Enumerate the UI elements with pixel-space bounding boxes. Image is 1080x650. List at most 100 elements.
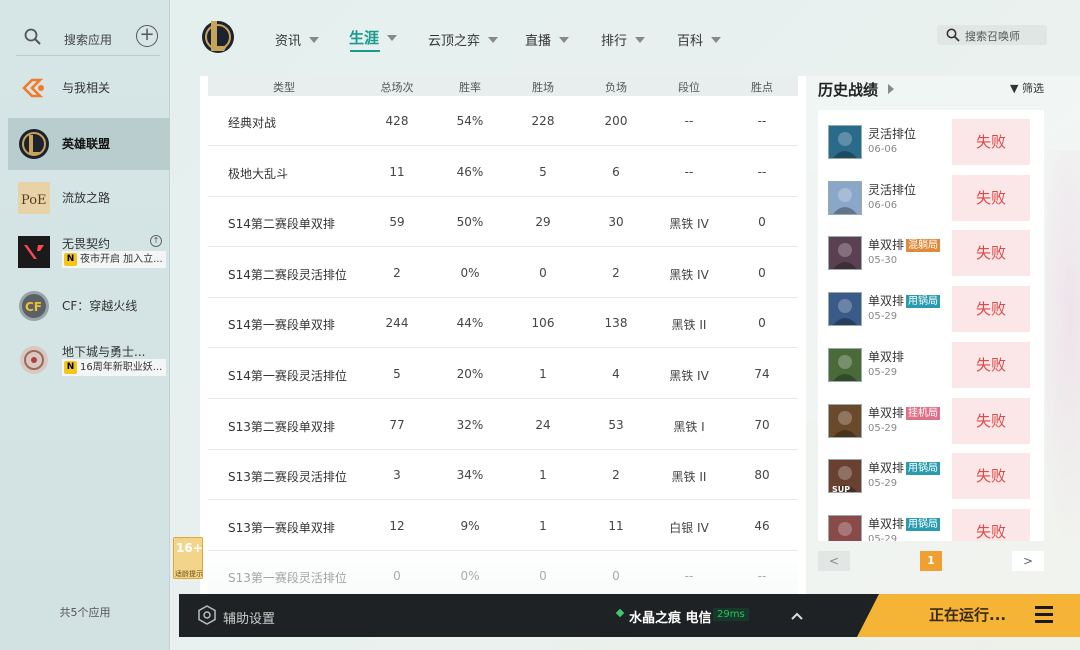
table-row: S14第一赛段灵活排位 5 20% 1 4 黑铁 IV 74 (208, 349, 798, 399)
table-cell: 54% (456, 114, 484, 128)
table-cell: 1 (539, 518, 547, 533)
table-cell: S14第二赛段灵活排位 (228, 267, 347, 282)
sidebar-item-valorant[interactable]: 无畏契约 ↑ N 夜市开启 加入立... (8, 226, 170, 278)
running-status-button[interactable]: 正在运行... (857, 594, 1080, 637)
news-banner[interactable]: N 16周年新职业妖... (62, 359, 166, 376)
server-name[interactable]: 水晶之痕 电信 (629, 607, 712, 626)
tab-tft[interactable]: 云顶之弈 (428, 30, 499, 49)
table-cell: S14第二赛段单双排 (228, 217, 335, 232)
hexagon-settings-icon[interactable] (197, 605, 217, 628)
match-date: 05-30 (868, 255, 898, 267)
sidebar-item-lol[interactable]: 英雄联盟 (8, 118, 170, 170)
table-cell: S14第一赛段灵活排位 (228, 369, 347, 383)
table-cell: 53 (608, 417, 624, 432)
table-row: S13第二赛段单双排 77 32% 24 53 黑铁 I 70 (208, 400, 798, 450)
table-row: S13第一赛段单双排 12 9% 1 11 白银 IV 46 (208, 501, 798, 551)
sidebar-item-label: 流放之路 (62, 191, 111, 205)
sidebar-item-label: 地下城与勇士... (62, 345, 146, 359)
tab-career[interactable]: 生涯 (349, 27, 398, 48)
table-cell: 20% (456, 367, 484, 381)
sidebar-item-cf[interactable]: CF CF：穿越火线 (8, 280, 170, 332)
summoner-search-placeholder[interactable]: 搜索召唤师 (965, 28, 1020, 44)
search-icon[interactable] (24, 28, 42, 49)
table-cell: -- (757, 164, 767, 179)
table-row: 经典对战 428 54% 228 200 -- -- (208, 96, 798, 146)
history-title[interactable]: 历史战绩 (818, 79, 878, 100)
filter-icon: ▼ (1010, 82, 1019, 95)
match-item[interactable]: 单双排 用锅局 05-29 失败 (828, 508, 1030, 541)
chevron-right-icon[interactable] (888, 84, 894, 94)
match-result: 失败 (952, 508, 1030, 541)
summoner-search-input[interactable]: 搜索召唤师 (937, 25, 1047, 45)
match-history-list[interactable]: 灵活排位 06-06 失败 灵活排位 06-06 失败 单双排 混躺局 05-30 失败 单双排 用锅… (818, 110, 1044, 541)
match-item[interactable]: 灵活排位 06-06 失败 (828, 119, 1030, 165)
sidebar-item-dnf[interactable]: 地下城与勇士... N 16周年新职业妖... (8, 334, 170, 386)
page-number-button[interactable]: 1 (920, 551, 942, 571)
table-cell: S13第一赛段单双排 (228, 520, 335, 535)
table-cell: 9% (460, 518, 480, 533)
table-cell: 46% (456, 164, 484, 179)
assist-settings-button[interactable]: 辅助设置 (223, 608, 275, 627)
age-rating-note: 适龄提示 (175, 570, 203, 578)
table-cell: 46 (754, 518, 770, 533)
champion-avatar (828, 347, 862, 382)
match-item[interactable]: 单双排 用锅局 05-29 失败 (828, 286, 1030, 333)
prev-page-button[interactable]: < (818, 551, 850, 571)
match-item[interactable]: 单双排 05-29 失败 (828, 341, 1030, 388)
table-cell: 2 (393, 265, 401, 280)
news-banner[interactable]: N 夜市开启 加入立... (62, 251, 166, 268)
add-app-icon[interactable]: + (136, 25, 158, 47)
match-mode: 单双排 用锅局 (868, 516, 941, 531)
match-item[interactable]: 灵活排位 06-06 失败 (828, 174, 1030, 221)
champion-avatar: SUP (828, 459, 862, 494)
sidebar-item-related[interactable]: 与我相关 (8, 62, 170, 114)
app-search-placeholder[interactable]: 搜索应用 (64, 31, 112, 48)
table-cell: 0 (758, 316, 766, 331)
tab-live[interactable]: 直播 (525, 30, 570, 49)
table-cell: 0 (539, 569, 547, 584)
table-cell: 59 (389, 215, 405, 230)
sidebar-item-label: CF：穿越火线 (62, 299, 138, 313)
hamburger-menu-icon[interactable] (1035, 606, 1053, 627)
table-cell: 1 (539, 367, 547, 381)
tab-wiki[interactable]: 百科 (677, 30, 722, 49)
sidebar-item-poe[interactable]: PoE 流放之路 (8, 172, 170, 224)
match-item[interactable]: SUP 单双排 用锅局 05-29 失败 (828, 453, 1030, 500)
table-cell: S13第一赛段灵活排位 (228, 571, 347, 586)
match-item[interactable]: 单双排 混躺局 05-30 失败 (828, 230, 1030, 277)
running-label: 正在运行... (929, 606, 1007, 624)
table-cell: 黑铁 I (673, 419, 705, 434)
match-item[interactable]: 单双排 挂机局 05-29 失败 (828, 397, 1030, 444)
valorant-logo-icon (18, 236, 50, 268)
chevron-up-icon[interactable] (791, 610, 803, 624)
match-date: 05-29 (868, 422, 898, 434)
next-page-button[interactable]: > (1012, 551, 1044, 571)
match-result: 失败 (952, 286, 1030, 333)
career-stats-table: 类型 总场次 胜率 胜场 负场 段位 胜点 经典对战 428 54% 228 200 --… (200, 76, 806, 594)
table-cell: 228 (531, 114, 555, 128)
update-icon[interactable]: ↑ (150, 235, 162, 247)
tab-news[interactable]: 资讯 (275, 30, 320, 49)
svg-text:PoE: PoE (21, 193, 47, 208)
table-cell: 经典对战 (228, 116, 277, 130)
tab-ranking[interactable]: 排行 (601, 30, 646, 49)
app-search[interactable]: 搜索应用 + (16, 22, 160, 56)
filter-button[interactable]: ▼ 筛选 (1010, 80, 1044, 96)
table-cell: 0% (460, 569, 480, 584)
lol-logo[interactable] (200, 16, 236, 56)
champion-avatar (828, 292, 862, 327)
cf-logo-icon: CF (18, 290, 50, 322)
news-badge-icon: N (64, 253, 77, 266)
age-rating-badge: 16+ 适龄提示 (173, 537, 203, 579)
table-cell: 74 (754, 367, 770, 381)
table-cell: 2 (612, 468, 620, 483)
chevron-down-icon (387, 35, 398, 41)
table-cell: 3 (393, 468, 401, 483)
svg-text:CF: CF (25, 300, 42, 314)
table-cell: 200 (604, 114, 628, 128)
search-icon (946, 28, 960, 45)
table-cell: 0 (758, 215, 766, 230)
lol-logo-icon (18, 128, 50, 160)
match-date: 05-29 (868, 478, 898, 490)
match-tag: 用锅局 (906, 517, 941, 531)
